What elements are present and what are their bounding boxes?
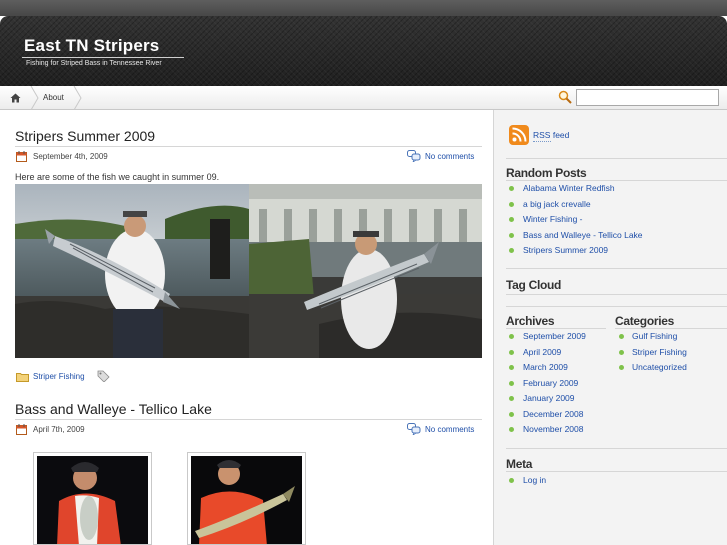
post-title[interactable]: Stripers Summer 2009 xyxy=(15,128,155,144)
meta-heading: Meta xyxy=(506,457,533,471)
sidebar-divider xyxy=(506,306,727,307)
categories-heading: Categories xyxy=(615,314,675,328)
archive-link[interactable]: November 2008 xyxy=(523,424,583,434)
striper-photo-2[interactable] xyxy=(249,184,482,358)
list-bullet xyxy=(619,334,624,339)
nav-separator xyxy=(73,86,82,110)
list-bullet xyxy=(509,478,514,483)
archive-link[interactable]: January 2009 xyxy=(523,393,575,403)
list-bullet xyxy=(619,365,624,370)
title-underline xyxy=(22,57,184,58)
list-bullet xyxy=(509,233,514,238)
comments-link[interactable]: No comments xyxy=(425,152,474,161)
archives-heading: Archives xyxy=(506,314,555,328)
sidebar-divider xyxy=(506,448,727,449)
random-posts-heading: Random Posts xyxy=(506,166,587,180)
calendar-icon xyxy=(16,424,27,435)
photo-image xyxy=(37,456,148,544)
nav-item-about[interactable]: About xyxy=(43,93,64,102)
list-bullet xyxy=(509,412,514,417)
home-button[interactable] xyxy=(0,86,30,110)
sidebar-divider xyxy=(506,158,727,159)
sidebar-divider xyxy=(506,294,727,295)
comments-icon xyxy=(407,423,421,435)
post-title-rule xyxy=(15,146,482,147)
tag-icon[interactable] xyxy=(97,370,110,382)
random-post-link[interactable]: Alabama Winter Redfish xyxy=(523,183,615,193)
tag-cloud-heading: Tag Cloud xyxy=(506,278,562,292)
comments-link[interactable]: No comments xyxy=(425,425,474,434)
random-post-link[interactable]: Bass and Walleye - Tellico Lake xyxy=(523,230,643,240)
list-bullet xyxy=(509,202,514,207)
site-description: Fishing for Striped Bass in Tennessee Ri… xyxy=(26,60,162,67)
category-link[interactable]: Uncategorized xyxy=(632,362,687,372)
rss-feed-link[interactable]: RSS feed xyxy=(533,130,569,140)
random-post-link[interactable]: a big jack crevalle xyxy=(523,199,591,209)
category-link[interactable]: Gulf Fishing xyxy=(632,331,677,341)
post-title-rule xyxy=(15,419,482,420)
sidebar-divider xyxy=(506,180,727,181)
post-date: April 7th, 2009 xyxy=(33,425,85,434)
post-excerpt: Here are some of the fish we caught in s… xyxy=(15,172,220,182)
sidebar-divider xyxy=(506,471,727,472)
archive-link[interactable]: February 2009 xyxy=(523,378,578,388)
list-bullet xyxy=(509,396,514,401)
list-bullet xyxy=(509,381,514,386)
striper-photo-1[interactable] xyxy=(15,184,249,358)
list-bullet xyxy=(509,334,514,339)
random-post-link[interactable]: Winter Fishing - xyxy=(523,214,583,224)
archive-link[interactable]: December 2008 xyxy=(523,409,583,419)
rss-icon[interactable] xyxy=(509,125,529,145)
list-bullet xyxy=(509,427,514,432)
comments-icon xyxy=(407,150,421,162)
home-icon xyxy=(10,93,20,103)
rss-underline xyxy=(533,141,551,142)
photo-image xyxy=(249,184,482,358)
random-post-link[interactable]: Stripers Summer 2009 xyxy=(523,245,608,255)
post-date: September 4th, 2009 xyxy=(33,152,108,161)
site-title[interactable]: East TN Stripers xyxy=(24,36,159,56)
list-bullet xyxy=(509,248,514,253)
folder-icon xyxy=(16,373,29,382)
archive-link[interactable]: March 2009 xyxy=(523,362,568,372)
walleye-photo-2[interactable] xyxy=(187,452,306,545)
login-link[interactable]: Log in xyxy=(523,475,546,485)
list-bullet xyxy=(509,350,514,355)
magnifier-icon[interactable] xyxy=(558,90,572,104)
sidebar-divider xyxy=(506,328,606,329)
category-link[interactable]: Striper Fishing xyxy=(632,347,687,357)
post-title[interactable]: Bass and Walleye - Tellico Lake xyxy=(15,401,212,417)
archive-link[interactable]: September 2009 xyxy=(523,331,586,341)
top-strip xyxy=(0,0,727,16)
nav-separator xyxy=(30,86,39,110)
list-bullet xyxy=(509,186,514,191)
sidebar-divider xyxy=(615,328,727,329)
list-bullet xyxy=(509,217,514,222)
search-input[interactable] xyxy=(576,89,719,106)
archive-link[interactable]: April 2009 xyxy=(523,347,561,357)
category-link[interactable]: Striper Fishing xyxy=(33,372,85,381)
sidebar-divider xyxy=(506,268,727,269)
walleye-photo-1[interactable] xyxy=(33,452,152,545)
list-bullet xyxy=(509,365,514,370)
list-bullet xyxy=(619,350,624,355)
calendar-icon xyxy=(16,151,27,162)
photo-image xyxy=(191,456,302,544)
photo-image xyxy=(15,184,249,358)
